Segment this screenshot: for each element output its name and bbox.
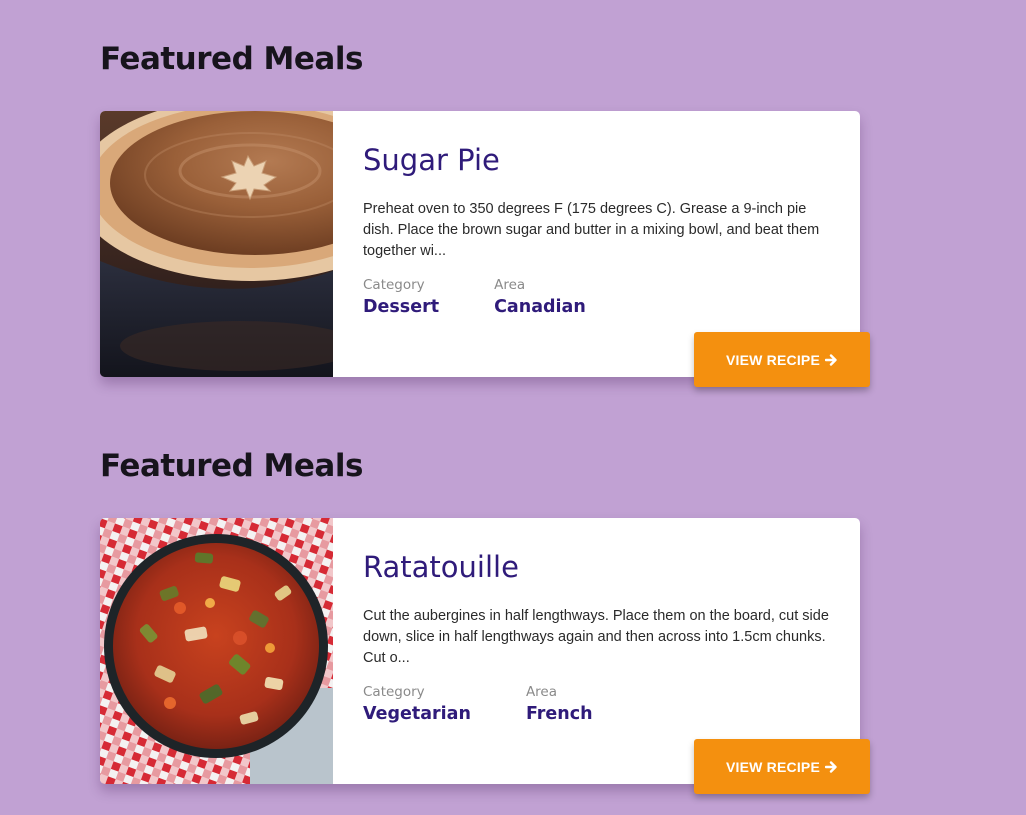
view-recipe-button[interactable]: VIEW RECIPE xyxy=(694,739,870,794)
meal-name: Ratatouille xyxy=(363,550,519,584)
area-info: Area French xyxy=(525,683,593,725)
featured-meals-section: Featured Meals xyxy=(100,448,870,794)
meal-name: Sugar Pie xyxy=(363,143,500,177)
meal-description: Cut the aubergines in half lengthways. P… xyxy=(363,607,829,666)
area-label: Area xyxy=(525,683,558,700)
meal-meta: Category Dessert Area Canadian xyxy=(363,276,833,318)
area-label: Area xyxy=(494,276,526,293)
area-info: Area Canadian xyxy=(494,276,586,318)
view-recipe-label: VIEW RECIPE xyxy=(726,351,820,368)
area-value: Canadian xyxy=(494,297,586,318)
meal-meta: Category Vegetarian Area French xyxy=(363,683,833,725)
meal-image xyxy=(100,518,333,784)
category-value: Dessert xyxy=(363,297,440,318)
area-value: French xyxy=(525,704,593,725)
category-info: Category Vegetarian xyxy=(363,683,471,725)
category-value: Vegetarian xyxy=(363,704,471,725)
meal-image xyxy=(100,111,333,377)
view-recipe-button[interactable]: VIEW RECIPE xyxy=(694,332,870,387)
meal-card: Sugar Pie Preheat oven to 350 degrees F … xyxy=(100,111,870,387)
sugar-pie-photo xyxy=(100,111,333,377)
category-label: Category xyxy=(363,683,425,700)
section-title: Featured Meals xyxy=(100,448,363,484)
meal-description: Preheat oven to 350 degrees F (175 degre… xyxy=(363,200,820,259)
arrow-right-icon xyxy=(825,760,837,773)
ratatouille-photo xyxy=(100,518,333,784)
section-title: Featured Meals xyxy=(100,41,363,77)
featured-meals-section: Featured Meals xyxy=(100,41,870,387)
arrow-right-icon xyxy=(825,353,837,366)
category-label: Category xyxy=(363,276,425,293)
meal-card: Ratatouille Cut the aubergines in half l… xyxy=(100,518,870,794)
category-info: Category Dessert xyxy=(363,276,440,318)
view-recipe-label: VIEW RECIPE xyxy=(726,758,820,775)
